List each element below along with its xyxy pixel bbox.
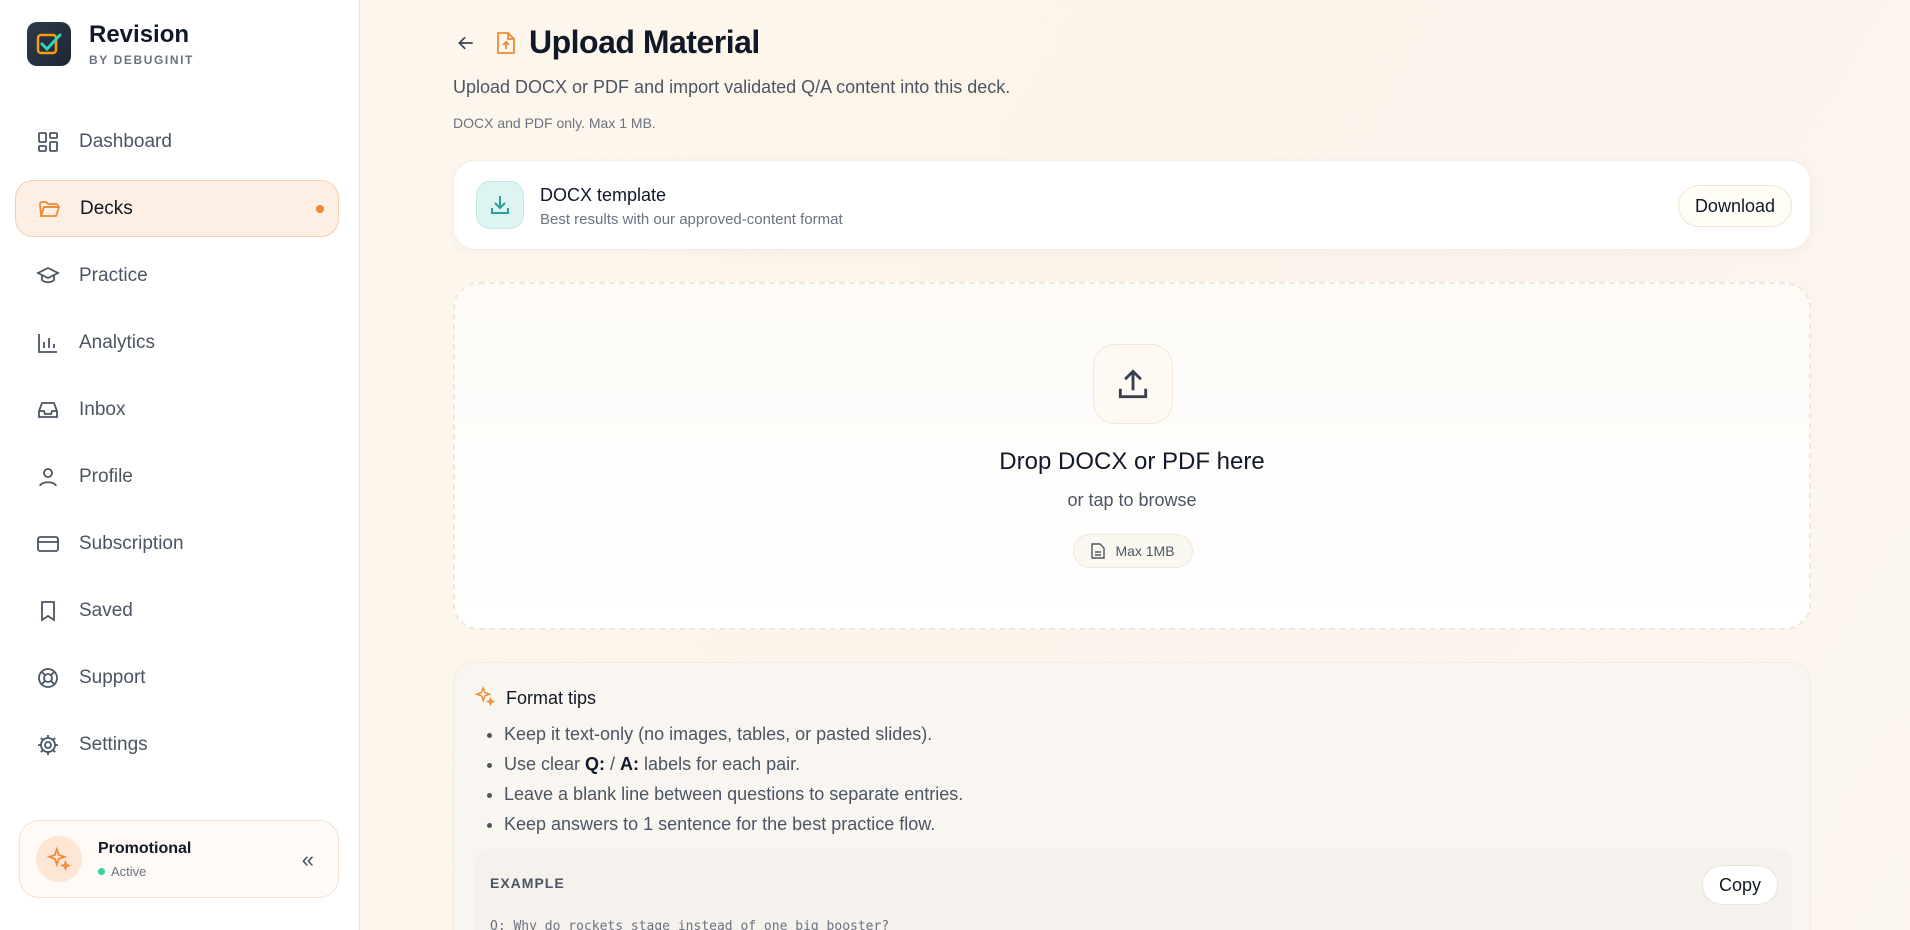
sidebar-nav: Dashboard Decks Practice Analytics Inbox… [15, 113, 339, 783]
template-card: DOCX template Best results with our appr… [453, 160, 1811, 250]
sidebar-item-profile[interactable]: Profile [15, 448, 339, 505]
tip-item: Leave a blank line between questions to … [504, 779, 963, 809]
promo-status: Active [98, 864, 191, 879]
file-icon [1091, 543, 1106, 559]
sidebar-item-label: Saved [79, 599, 133, 621]
inbox-icon [35, 397, 61, 423]
life-buoy-icon [35, 665, 61, 691]
sparkle-icon [474, 685, 496, 712]
gear-icon [35, 732, 61, 758]
example-block: EXAMPLE Copy Q: Why do rockets stage ins… [474, 849, 1792, 930]
max-size-badge: Max 1MB [1073, 534, 1193, 568]
example-code: Q: Why do rockets stage instead of one b… [490, 919, 890, 930]
sidebar-item-decks[interactable]: Decks [15, 180, 339, 237]
brand-subtitle: BY DEBUGINIT [89, 53, 194, 67]
dropzone-browse-text[interactable]: or tap to browse [455, 490, 1809, 511]
collapse-sidebar-button[interactable]: « [302, 847, 314, 873]
sidebar-item-label: Dashboard [79, 130, 172, 152]
sidebar-item-analytics[interactable]: Analytics [15, 314, 339, 371]
sidebar-item-settings[interactable]: Settings [15, 716, 339, 773]
promo-status-text: Active [111, 863, 147, 879]
bar-chart-icon [35, 330, 61, 356]
bookmark-icon [35, 598, 61, 624]
template-title: DOCX template [540, 185, 667, 205]
sidebar-item-subscription[interactable]: Subscription [15, 515, 339, 572]
arrow-left-icon [458, 36, 473, 49]
download-template-button[interactable]: Download [1677, 185, 1792, 227]
page-header: Upload Material [453, 24, 760, 61]
promo-card[interactable]: Promotional Active « [19, 820, 339, 898]
sidebar-item-label: Practice [79, 264, 148, 286]
page-title: Upload Material [529, 24, 760, 60]
max-size-text: Max 1MB [1115, 543, 1175, 559]
brand[interactable]: Revision BY DEBUGINIT [27, 21, 194, 67]
active-indicator-dot [316, 204, 324, 213]
file-limit-note: DOCX and PDF only. Max 1 MB. [453, 115, 656, 131]
sidebar-item-label: Profile [79, 465, 133, 487]
sparkle-icon [36, 836, 82, 882]
format-tips-card: Format tips Keep it text-only (no images… [453, 662, 1811, 930]
tips-title: Format tips [506, 688, 597, 708]
dropzone-title: Drop DOCX or PDF here [999, 448, 1265, 475]
sidebar-item-practice[interactable]: Practice [15, 247, 339, 304]
logo-icon [27, 22, 71, 66]
example-label: EXAMPLE [490, 875, 565, 891]
sidebar: Revision BY DEBUGINIT Dashboard Decks Pr… [0, 0, 360, 930]
folder-icon [36, 196, 62, 222]
sidebar-item-support[interactable]: Support [15, 649, 339, 706]
sidebar-item-label: Analytics [79, 331, 156, 353]
graduation-cap-icon [35, 263, 61, 289]
brand-title: Revision [89, 21, 190, 48]
user-icon [35, 464, 61, 490]
file-upload-icon [495, 30, 517, 56]
back-button[interactable] [453, 30, 479, 56]
promo-title: Promotional [98, 839, 192, 857]
sidebar-item-label: Subscription [79, 532, 184, 554]
copy-example-button[interactable]: Copy [1701, 865, 1778, 905]
main-content: Upload Material Upload DOCX or PDF and i… [360, 0, 1910, 930]
sidebar-item-label: Support [79, 666, 146, 688]
file-dropzone[interactable]: Drop DOCX or PDF here or tap to browse M… [453, 282, 1811, 630]
tips-list: Keep it text-only (no images, tables, or… [504, 719, 963, 839]
dashboard-icon [35, 129, 61, 155]
sidebar-item-label: Decks [80, 197, 133, 219]
credit-card-icon [35, 531, 61, 557]
tips-header: Format tips [474, 685, 596, 712]
sidebar-item-inbox[interactable]: Inbox [15, 381, 339, 438]
sidebar-item-saved[interactable]: Saved [15, 582, 339, 639]
sidebar-item-label: Inbox [79, 398, 126, 420]
upload-icon [1093, 344, 1173, 424]
tip-item: Keep answers to 1 sentence for the best … [504, 809, 963, 839]
status-dot [98, 867, 105, 875]
tip-item: Use clear Q: / A: labels for each pair. [504, 749, 963, 779]
sidebar-item-label: Settings [79, 733, 148, 755]
template-description: Best results with our approved-content f… [540, 211, 843, 228]
sidebar-item-dashboard[interactable]: Dashboard [15, 113, 339, 170]
tip-item: Keep it text-only (no images, tables, or… [504, 719, 963, 749]
page-subtitle: Upload DOCX or PDF and import validated … [453, 77, 1011, 97]
download-icon [476, 181, 524, 229]
